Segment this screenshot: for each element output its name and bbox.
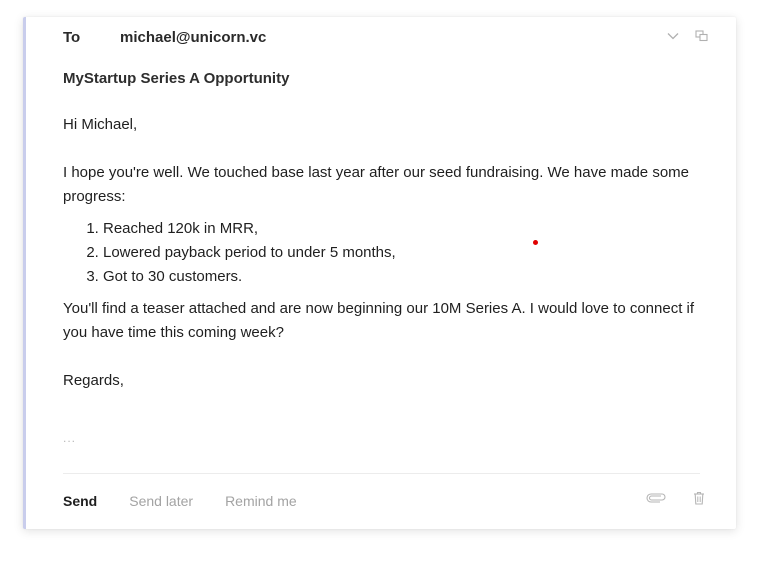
signoff-text: Regards, [63,372,124,389]
show-trimmed-content-button[interactable]: ... [63,431,76,445]
popout-window-icon[interactable] [694,29,708,43]
header-actions [666,29,708,43]
greeting-text: Hi Michael, [63,116,138,133]
remind-me-button[interactable]: Remind me [225,493,297,509]
compose-window: To michael@unicorn.vc MyStartup Series A… [23,17,736,529]
recipient-value[interactable]: michael@unicorn.vc [120,29,266,46]
footer-divider [63,473,700,474]
paperclip-icon[interactable] [646,491,666,505]
list-item: Reached 120k in MRR, [103,217,708,241]
subject-field[interactable]: MyStartup Series A Opportunity [63,70,289,87]
footer-actions [646,491,706,505]
send-later-button[interactable]: Send later [129,493,193,509]
list-item: Lowered payback period to under 5 months… [103,241,708,265]
body-paragraph: I hope you're well. We touched base last… [63,164,689,205]
chevron-down-icon[interactable] [666,29,680,43]
body-paragraph: You'll find a teaser attached and are no… [63,300,695,341]
to-label: To [63,28,81,46]
send-button[interactable]: Send [63,493,97,509]
trash-icon[interactable] [692,491,706,505]
compose-footer: Send Send later Remind me [63,491,706,511]
recipient-row[interactable]: To michael@unicorn.vc [63,27,706,47]
message-body[interactable]: Hi Michael, I hope you're well. We touch… [63,113,708,393]
list-item: Got to 30 customers. [103,265,708,289]
progress-list: Reached 120k in MRR, Lowered payback per… [63,217,708,289]
cursor-indicator [533,240,538,245]
